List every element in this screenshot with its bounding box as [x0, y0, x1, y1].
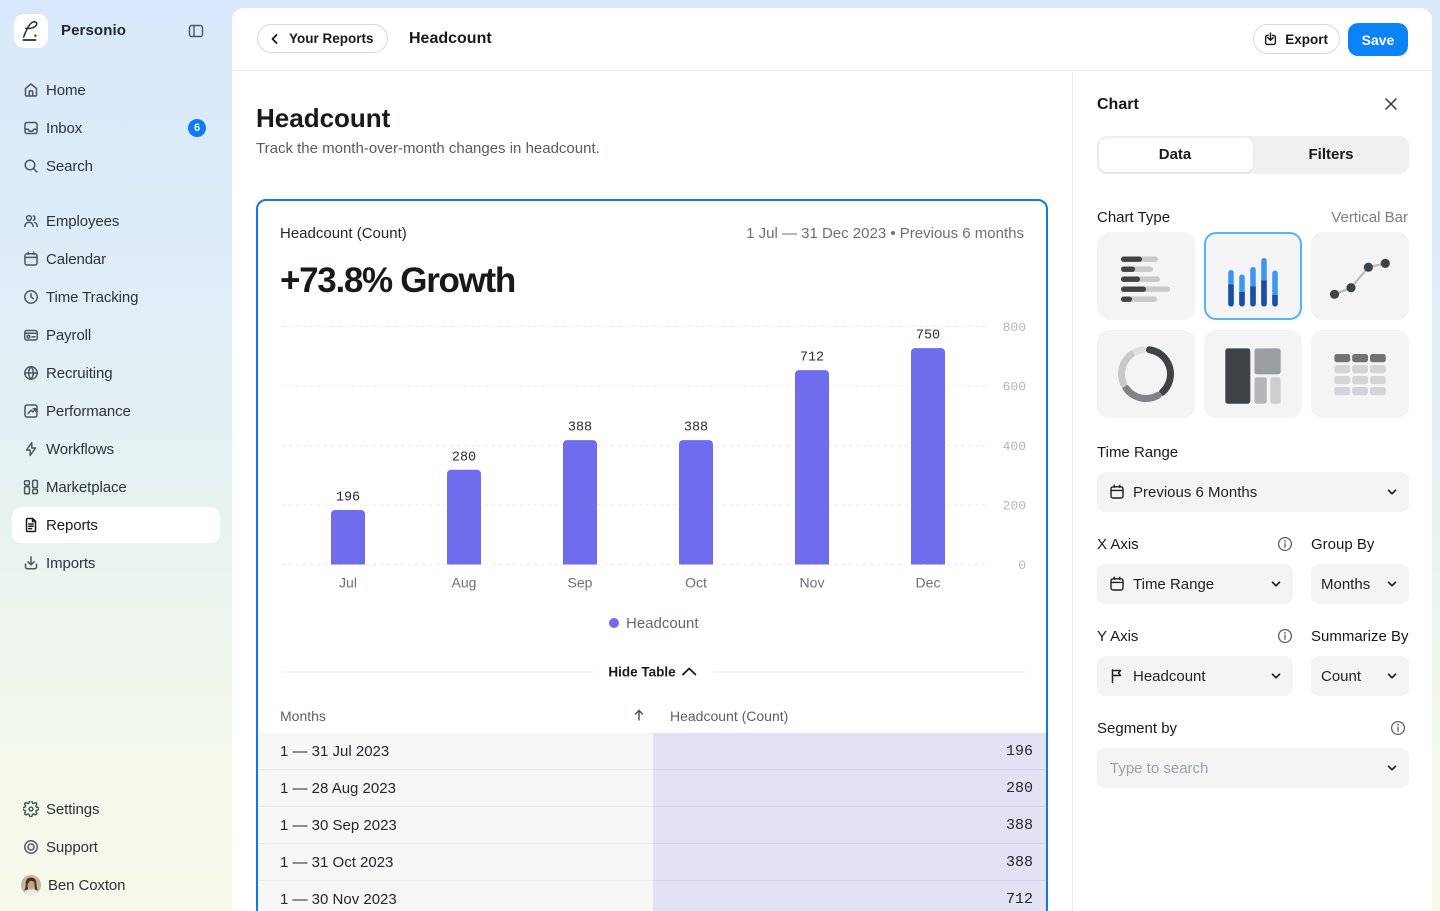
svg-text:750: 750 [916, 329, 940, 344]
svg-text:0: 0 [1018, 558, 1026, 573]
svg-text:Headcount: Headcount [626, 615, 699, 632]
svg-text:Hide Table: Hide Table [608, 665, 676, 680]
svg-text:800: 800 [1003, 320, 1026, 335]
svg-text:Oct: Oct [685, 575, 707, 591]
svg-text:200: 200 [1003, 499, 1026, 514]
svg-text:280: 280 [452, 450, 476, 465]
svg-text:388: 388 [568, 421, 592, 436]
svg-text:Jul: Jul [339, 575, 357, 591]
svg-text:Sep: Sep [568, 575, 593, 591]
svg-text:388: 388 [684, 421, 708, 436]
svg-text:Aug: Aug [452, 575, 477, 591]
svg-text:400: 400 [1003, 439, 1026, 454]
svg-text:600: 600 [1003, 380, 1026, 395]
svg-text:Nov: Nov [800, 575, 825, 591]
svg-text:Dec: Dec [916, 575, 941, 591]
svg-text:712: 712 [800, 351, 824, 366]
svg-text:196: 196 [336, 491, 360, 506]
